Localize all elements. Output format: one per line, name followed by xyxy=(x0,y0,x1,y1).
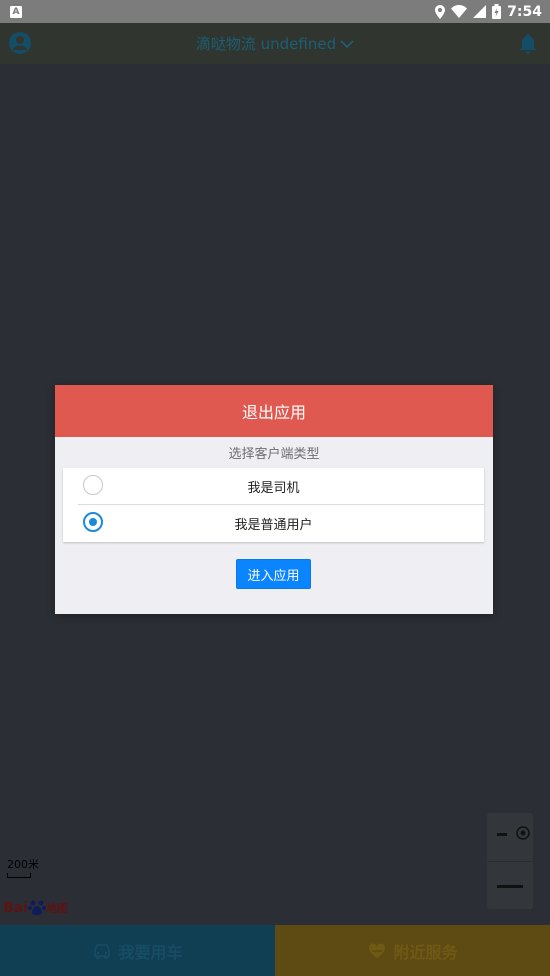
bell-icon[interactable] xyxy=(518,33,538,55)
app-header: 滴哒物流 undefined xyxy=(0,23,550,64)
option-regular-user-label: 我是普通用户 xyxy=(234,517,313,533)
logo-text-map: 地图 xyxy=(45,902,68,915)
zoom-control xyxy=(487,813,533,909)
car-icon xyxy=(94,943,111,959)
dialog-subtitle: 选择客户端类型 xyxy=(228,447,320,462)
tab-request-car[interactable]: 我要用车 xyxy=(0,925,275,976)
zoom-out-button[interactable] xyxy=(487,862,533,909)
map-scale: 200米 xyxy=(7,856,39,878)
header-title: 滴哒物流 undefined xyxy=(195,35,337,53)
user-avatar-icon[interactable] xyxy=(8,31,32,55)
option-driver-label: 我是司机 xyxy=(247,480,300,496)
option-regular-user[interactable]: 我是普通用户 xyxy=(78,504,484,541)
radio-driver[interactable] xyxy=(83,475,103,495)
chevron-down-icon xyxy=(340,39,354,48)
header-title-dropdown[interactable]: 滴哒物流 undefined xyxy=(196,33,354,54)
logo-text-bai: Bai xyxy=(3,900,28,916)
exit-app-dialog: 退出应用 选择客户端类型 我是司机 我是普通用户 进入应用 xyxy=(55,385,493,614)
zoom-in-minus-icon xyxy=(497,833,507,836)
location-icon xyxy=(435,4,446,19)
locate-button[interactable] xyxy=(487,813,533,862)
heart-hands-icon xyxy=(369,942,386,958)
status-bar: A 7:54 xyxy=(0,0,550,23)
battery-icon xyxy=(492,4,502,19)
tab-nearby-services[interactable]: 附近服务 xyxy=(275,925,550,976)
app-notification-icon: A xyxy=(10,5,22,18)
scale-label: 200米 xyxy=(7,858,39,871)
minus-icon xyxy=(497,885,523,888)
baidu-map-logo: Bai 地图 xyxy=(3,898,68,916)
enter-app-button[interactable]: 进入应用 xyxy=(236,559,311,589)
scale-bar xyxy=(7,873,31,878)
option-driver[interactable]: 我是司机 xyxy=(63,468,484,504)
tab-nearby-services-label: 附近服务 xyxy=(393,942,458,962)
signal-icon xyxy=(473,5,487,18)
status-time: 7:54 xyxy=(507,3,542,20)
paw-icon xyxy=(27,900,46,915)
bottom-tab-bar: 我要用车 附近服务 xyxy=(0,925,550,976)
dialog-title: 退出应用 xyxy=(55,385,493,437)
tab-request-car-label: 我要用车 xyxy=(118,942,183,962)
wifi-icon xyxy=(451,5,468,18)
radio-regular-user[interactable] xyxy=(83,512,103,532)
client-type-options: 我是司机 我是普通用户 xyxy=(63,468,484,542)
locate-icon xyxy=(516,826,530,840)
